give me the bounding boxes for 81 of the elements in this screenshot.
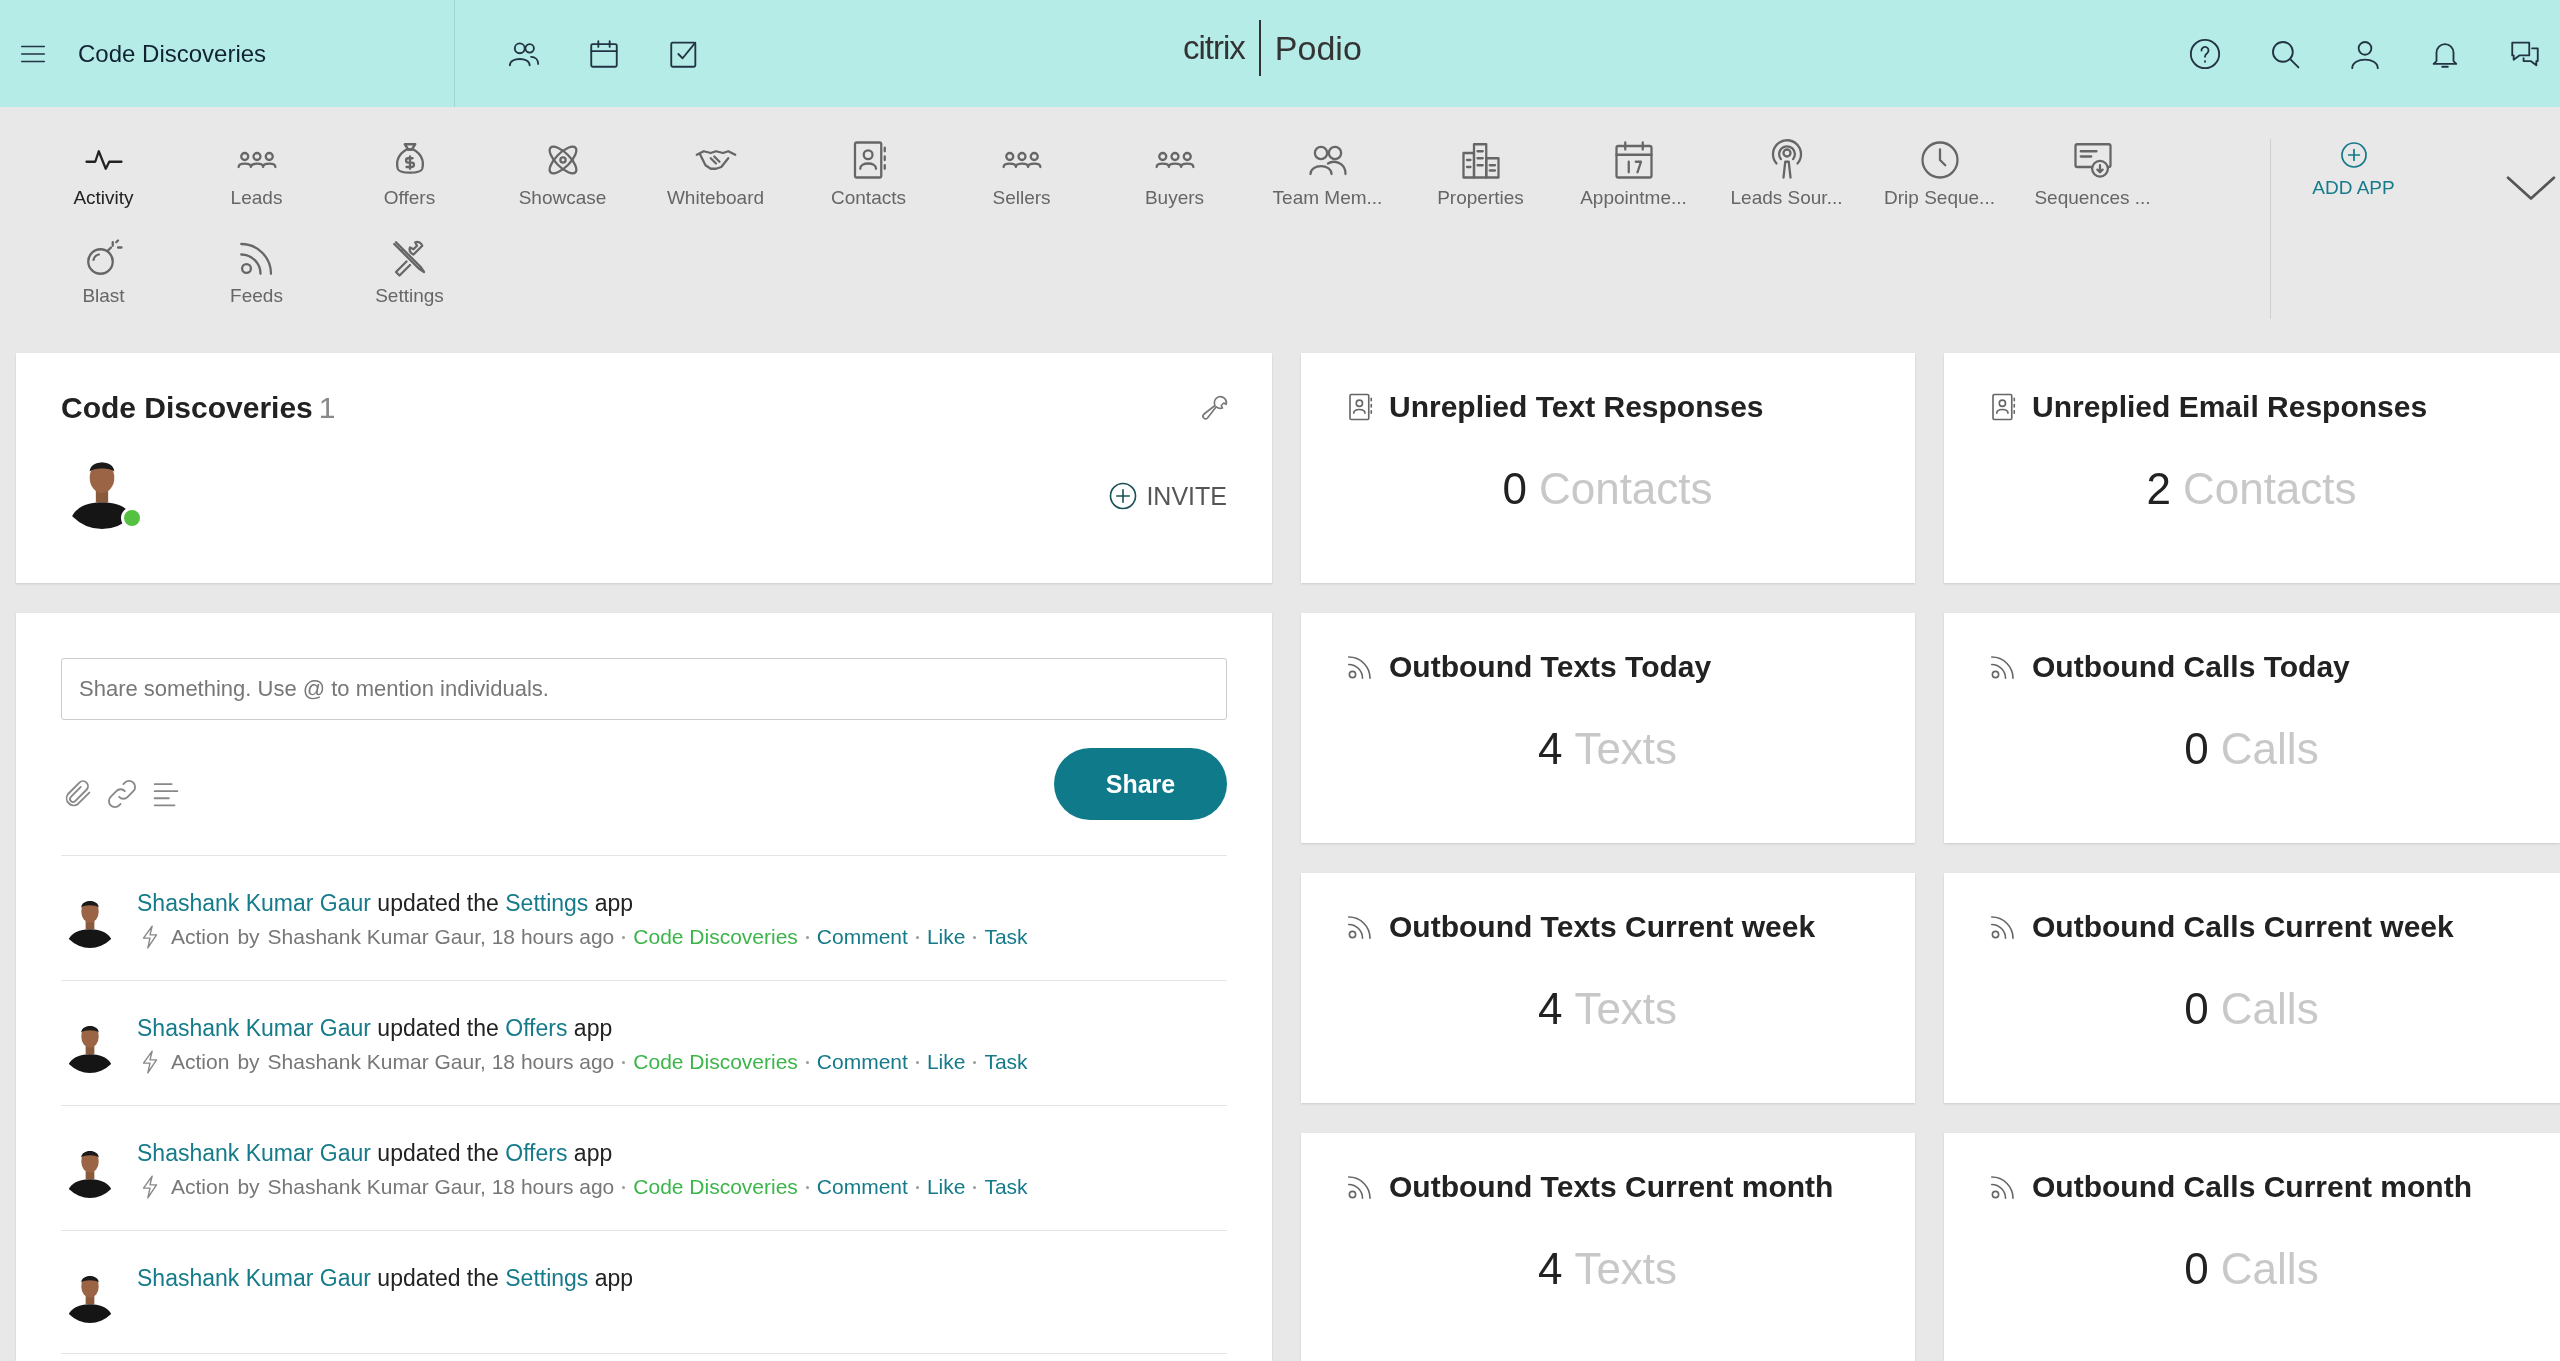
app-tab[interactable]: Team Mem... <box>1251 139 1404 209</box>
activity-text: Shashank Kumar Gaur updated the Settings app <box>137 1265 634 1292</box>
stat-title: Outbound Texts Current week <box>1389 910 1816 944</box>
app-tab[interactable]: Sellers <box>945 139 1098 209</box>
stat-value: 2 <box>2146 464 2171 514</box>
app-link[interactable]: Offers <box>505 1140 568 1166</box>
app-tab[interactable]: Feeds <box>180 237 333 307</box>
invite-button[interactable]: INVITE <box>1108 481 1227 511</box>
stat-value: 4 <box>1537 1244 1563 1294</box>
link-icon[interactable] <box>105 777 139 811</box>
app-tab[interactable]: Showcase <box>486 139 639 209</box>
action-link[interactable]: Task <box>984 1175 1028 1199</box>
space-link[interactable]: Code Discoveries <box>633 1175 798 1199</box>
action-link[interactable]: Comment <box>816 1050 908 1074</box>
stat-value: 0 <box>2184 1244 2209 1294</box>
workspace-title: Code Discoveries <box>61 391 313 424</box>
calendar-icon <box>1612 139 1655 181</box>
app-link[interactable]: Settings <box>505 1265 589 1291</box>
activity-text: Shashank Kumar Gaur updated the Offers app <box>137 1140 614 1167</box>
action-link[interactable]: Task <box>984 925 1028 949</box>
activity-type: Action <box>171 925 230 949</box>
app-tab[interactable]: Settings <box>333 237 486 307</box>
app-tab[interactable]: Buyers <box>1098 139 1251 209</box>
action-link[interactable]: Comment <box>816 1175 908 1199</box>
stat-title: Outbound Calls Current month <box>2032 1170 2472 1204</box>
app-tab[interactable]: Appointme... <box>1557 139 1710 209</box>
author-time: Shashank Kumar Gaur, 18 hours ago <box>267 1175 615 1199</box>
user-link[interactable]: Shashank Kumar Gaur <box>137 890 371 916</box>
stat-value: 0 <box>2184 984 2209 1034</box>
help-icon[interactable] <box>2188 36 2222 71</box>
app-link[interactable]: Settings <box>505 890 589 916</box>
app-tab[interactable]: Whiteboard <box>639 139 792 209</box>
stat-value: 0 <box>2184 724 2209 774</box>
space-link[interactable]: Code Discoveries <box>633 1050 798 1074</box>
app-tab[interactable]: Offers <box>333 139 486 209</box>
add-app-button[interactable]: ADD APP <box>2281 139 2426 211</box>
app-tab[interactable]: Blast <box>27 237 180 307</box>
by-label: by <box>237 925 260 949</box>
user-link[interactable]: Shashank Kumar Gaur <box>137 1265 371 1291</box>
stat-value: 0 <box>1502 464 1527 514</box>
stat-title: Unreplied Text Responses <box>1389 390 1764 424</box>
activity-type: Action <box>171 1050 230 1074</box>
app-link[interactable]: Offers <box>505 1015 568 1041</box>
wrench-icon[interactable] <box>1200 393 1230 423</box>
member-count: 1 <box>318 391 336 424</box>
activity-text: Shashank Kumar Gaur updated the Offers app <box>137 1015 614 1042</box>
logo-product: Podio <box>1274 28 1362 68</box>
action-link[interactable]: Like <box>926 925 966 949</box>
by-label: by <box>237 1175 260 1199</box>
share-input[interactable]: Share something. Use @ to mention individuals. <box>61 658 1227 720</box>
author-time: Shashank Kumar Gaur, 18 hours ago <box>267 1050 615 1074</box>
app-tab[interactable]: Activity <box>27 139 180 209</box>
activity-type: Action <box>171 1175 230 1199</box>
plus-circle-icon <box>1108 481 1139 511</box>
stat-title: Outbound Calls Current week <box>2032 910 2454 944</box>
action-link[interactable]: Like <box>926 1175 966 1199</box>
user-link[interactable]: Shashank Kumar Gaur <box>137 1140 371 1166</box>
author-time: Shashank Kumar Gaur, 18 hours ago <box>267 925 615 949</box>
stat-title: Unreplied Email Responses <box>2032 390 2428 424</box>
logo-brand: citrix <box>1183 29 1245 67</box>
action-link[interactable]: Task <box>984 1050 1028 1074</box>
app-tab[interactable]: Drip Seque... <box>1863 139 2016 209</box>
user-link[interactable]: Shashank Kumar Gaur <box>137 1015 371 1041</box>
activity-text: Shashank Kumar Gaur updated the Settings app <box>137 890 635 917</box>
app-tab[interactable]: Sequences ... <box>2016 139 2169 209</box>
stat-value: 4 <box>1537 724 1563 774</box>
action-link[interactable]: Like <box>926 1050 966 1074</box>
by-label: by <box>237 1050 260 1074</box>
app-tab[interactable]: Contacts <box>792 139 945 209</box>
stat-title: Outbound Texts Current month <box>1389 1170 1834 1204</box>
app-tab[interactable]: Properties <box>1404 139 1557 209</box>
space-link[interactable]: Code Discoveries <box>633 925 798 949</box>
app-tab[interactable]: Leads Sour... <box>1710 139 1863 209</box>
workspace-name[interactable]: Code Discoveries <box>78 39 267 68</box>
stat-value: 4 <box>1537 984 1563 1034</box>
clock-icon <box>1918 139 1961 181</box>
action-link[interactable]: Comment <box>816 925 908 949</box>
app-tab[interactable]: Leads <box>180 139 333 209</box>
stat-title: Outbound Calls Today <box>2032 650 2350 684</box>
stat-title: Outbound Texts Today <box>1389 650 1712 684</box>
share-button[interactable]: Share <box>1054 748 1227 820</box>
